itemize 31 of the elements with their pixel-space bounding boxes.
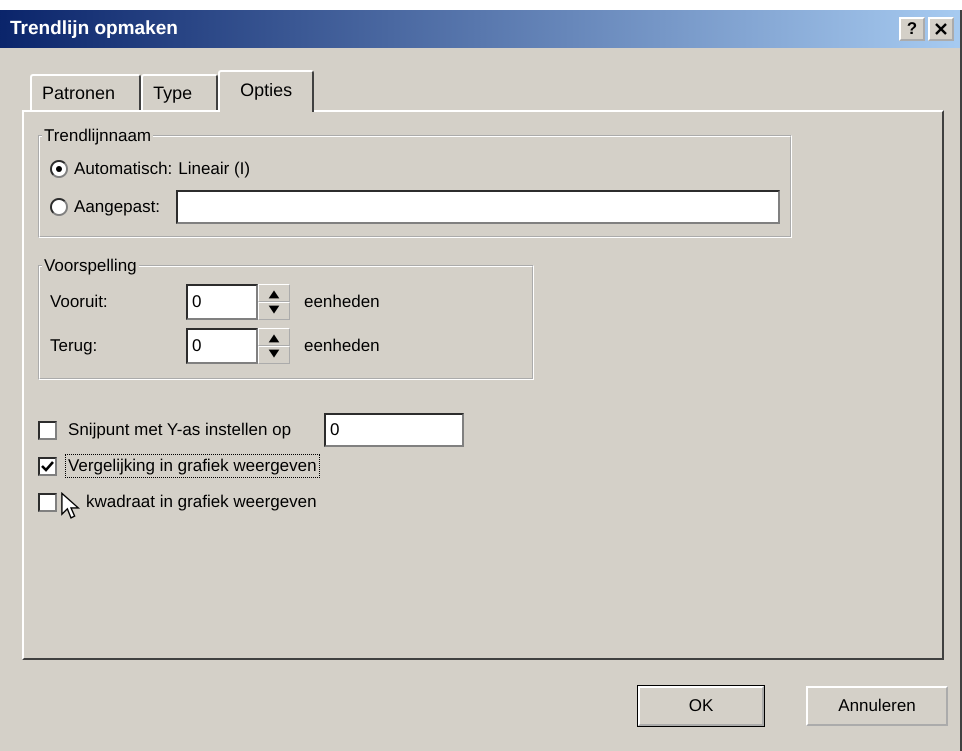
checkbox[interactable] <box>38 492 57 512</box>
mouse-cursor-icon <box>61 492 81 522</box>
radio-label: Automatisch: <box>74 159 172 179</box>
trendline-name: Lineair (I) <box>178 159 250 179</box>
checkbox[interactable] <box>38 456 57 476</box>
field-label: Vooruit: <box>50 292 109 312</box>
radio-label: Aangepast: <box>74 197 160 217</box>
group-title: Trendlijnnaam <box>43 126 152 146</box>
checkbox[interactable] <box>38 420 57 440</box>
window-title: Trendlijn opmaken <box>10 18 179 40</box>
radio-button[interactable] <box>50 198 68 216</box>
checkbox-label: Vergelijking in grafiek weergeven <box>65 454 320 478</box>
name-field[interactable] <box>176 190 780 224</box>
close-button[interactable] <box>928 17 954 41</box>
group-title: Voorspelling <box>43 256 138 276</box>
radio-button[interactable] <box>50 160 68 178</box>
unit-label: eenheden <box>304 292 380 312</box>
intercept-field[interactable]: 0 <box>324 413 464 447</box>
close-icon <box>935 23 947 35</box>
tab[interactable]: Type <box>141 74 218 110</box>
spin-field[interactable]: 0 <box>186 328 258 364</box>
tab[interactable]: Patronen <box>30 74 142 110</box>
dialog-button[interactable]: Annuleren <box>806 686 948 726</box>
checkbox-label: kwadraat in grafiek weergeven <box>85 491 318 513</box>
unit-label: eenheden <box>304 336 380 356</box>
dialog-button[interactable]: OK <box>638 686 764 726</box>
tab[interactable]: Opties <box>218 70 314 112</box>
field-label: Terug: <box>50 336 98 356</box>
spin-field[interactable]: 0 <box>186 284 258 320</box>
help-button[interactable]: ? <box>899 17 925 41</box>
checkbox-label: Snijpunt met Y-as instellen op <box>67 419 292 441</box>
